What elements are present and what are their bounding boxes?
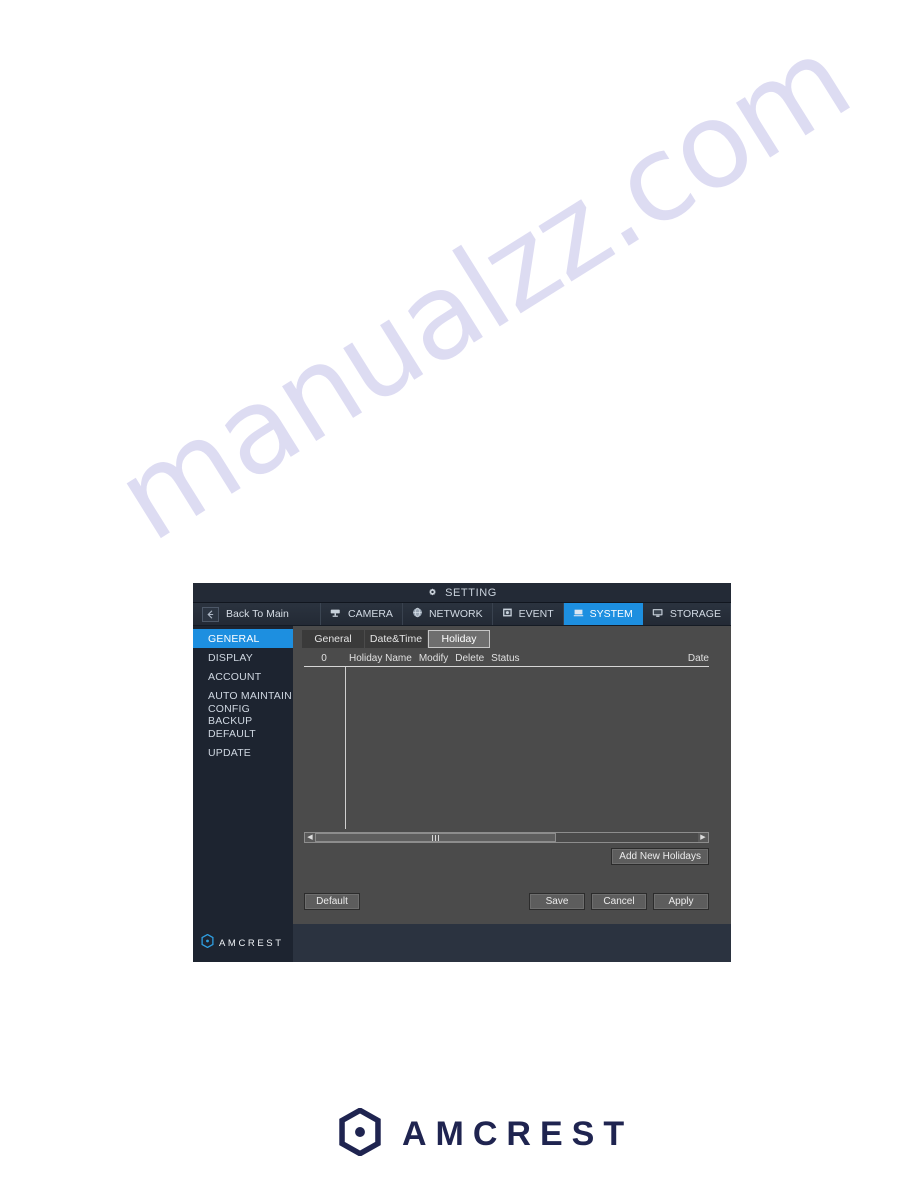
column-divider	[345, 667, 346, 829]
settings-sidebar: GENERAL DISPLAY ACCOUNT AUTO MAINTAIN CO…	[193, 626, 293, 924]
dialog-title: SETTING	[445, 586, 497, 599]
nav-tab-system[interactable]: SYSTEM	[563, 603, 643, 625]
amcrest-hexagon-logo	[201, 933, 214, 953]
save-button[interactable]: Save	[529, 893, 585, 910]
sidebar-item-config-backup[interactable]: CONFIG BACKUP	[193, 702, 293, 727]
column-header-date: Date	[687, 653, 709, 664]
sidebar-item-general[interactable]: GENERAL	[193, 629, 293, 648]
dialog-footer: AMCREST	[193, 924, 731, 962]
nav-tab-event-label: EVENT	[518, 608, 554, 620]
footer-brand: AMCREST	[193, 924, 293, 962]
gear-icon	[427, 587, 438, 598]
scrollbar-grip	[432, 834, 434, 841]
tab-date-time-label: Date&Time	[369, 633, 423, 645]
nav-tab-storage[interactable]: STORAGE	[643, 603, 731, 625]
settings-content-panel: General Date&Time Holiday 0 Holiday Name…	[293, 626, 731, 924]
back-to-main-label: Back To Main	[226, 608, 289, 620]
dialog-body: GENERAL DISPLAY ACCOUNT AUTO MAINTAIN CO…	[193, 626, 731, 924]
scroll-left-arrow-icon[interactable]: ◀	[305, 833, 315, 842]
sidebar-item-config-backup-label: CONFIG BACKUP	[208, 702, 253, 727]
page-brand-label: AMCREST	[402, 1115, 634, 1153]
holiday-table-header: 0 Holiday Name Modify Delete Status Date	[304, 651, 709, 667]
column-header-group: Holiday Name Modify Delete Status Date	[344, 653, 709, 664]
column-header-delete: Delete	[455, 653, 485, 664]
dialog-titlebar: SETTING	[193, 583, 731, 603]
column-header-index: 0	[321, 653, 327, 664]
system-icon	[573, 607, 584, 621]
primary-button-group: Save Cancel Apply	[529, 893, 709, 910]
nav-tab-system-label: SYSTEM	[589, 608, 633, 620]
tab-holiday-label: Holiday	[441, 633, 477, 645]
column-header-status: Status	[491, 653, 520, 664]
apply-button[interactable]: Apply	[653, 893, 709, 910]
tab-date-time[interactable]: Date&Time	[365, 630, 427, 648]
sidebar-item-display[interactable]: DISPLAY	[193, 648, 293, 667]
scrollbar-grip	[435, 834, 437, 841]
tab-general[interactable]: General	[302, 630, 364, 648]
scrollbar-track[interactable]	[315, 833, 698, 842]
nav-tab-network-label: NETWORK	[428, 608, 483, 620]
nav-tab-event[interactable]: EVENT	[493, 603, 564, 625]
sidebar-item-default[interactable]: DEFAULT	[193, 724, 293, 743]
add-new-holidays-button[interactable]: Add New Holidays	[611, 848, 709, 865]
storage-icon	[652, 608, 664, 621]
column-header-holiday-name: Holiday Name	[349, 653, 412, 664]
holiday-table: 0 Holiday Name Modify Delete Status Date	[304, 651, 709, 831]
sidebar-item-account-label: ACCOUNT	[208, 670, 262, 683]
back-to-main-button[interactable]: Back To Main	[193, 603, 321, 625]
sidebar-item-update-label: UPDATE	[208, 746, 252, 759]
footer-filler	[293, 924, 731, 962]
scrollbar-grip	[438, 834, 440, 841]
sidebar-item-auto-maintain-label: AUTO MAINTAIN	[208, 689, 292, 702]
globe-icon	[412, 607, 423, 621]
scroll-right-arrow-icon[interactable]: ▶	[698, 833, 708, 842]
default-button[interactable]: Default	[304, 893, 360, 910]
camera-icon	[330, 608, 342, 621]
watermark-text: manualzz.com	[93, 9, 872, 568]
column-header-modify: Modify	[418, 653, 449, 664]
nav-tab-list: CAMERA NETWORK EVENT SYSTEM STORAGE	[321, 603, 731, 625]
horizontal-scrollbar[interactable]: ◀ ▶	[304, 832, 709, 843]
sidebar-item-account[interactable]: ACCOUNT	[193, 667, 293, 686]
footer-brand-label: AMCREST	[219, 937, 284, 949]
holiday-table-body[interactable]	[304, 667, 709, 829]
sidebar-item-default-label: DEFAULT	[208, 727, 256, 740]
sidebar-item-update[interactable]: UPDATE	[193, 743, 293, 762]
page-brand: AMCREST	[338, 1107, 634, 1161]
cancel-button[interactable]: Cancel	[591, 893, 647, 910]
event-icon	[502, 607, 513, 621]
nav-tab-camera[interactable]: CAMERA	[321, 603, 403, 625]
scrollbar-thumb[interactable]	[315, 833, 557, 842]
nav-tab-network[interactable]: NETWORK	[403, 603, 493, 625]
sub-tab-list: General Date&Time Holiday	[293, 626, 731, 648]
amcrest-hexagon-logo	[338, 1107, 382, 1161]
back-arrow-icon	[202, 606, 219, 622]
tab-holiday[interactable]: Holiday	[428, 630, 490, 648]
nav-tab-camera-label: CAMERA	[348, 608, 393, 620]
sidebar-item-display-label: DISPLAY	[208, 651, 253, 664]
sidebar-item-general-label: GENERAL	[208, 632, 260, 645]
nav-tab-storage-label: STORAGE	[669, 608, 721, 620]
nvr-setting-dialog: SETTING Back To Main CAMERA NETWORK EVEN…	[193, 583, 731, 962]
add-holiday-row: Add New Holidays	[293, 848, 709, 865]
tab-general-label: General	[314, 633, 352, 645]
top-navigation: Back To Main CAMERA NETWORK EVENT SYSTEM…	[193, 603, 731, 626]
action-button-row: Default Save Cancel Apply	[304, 893, 709, 910]
